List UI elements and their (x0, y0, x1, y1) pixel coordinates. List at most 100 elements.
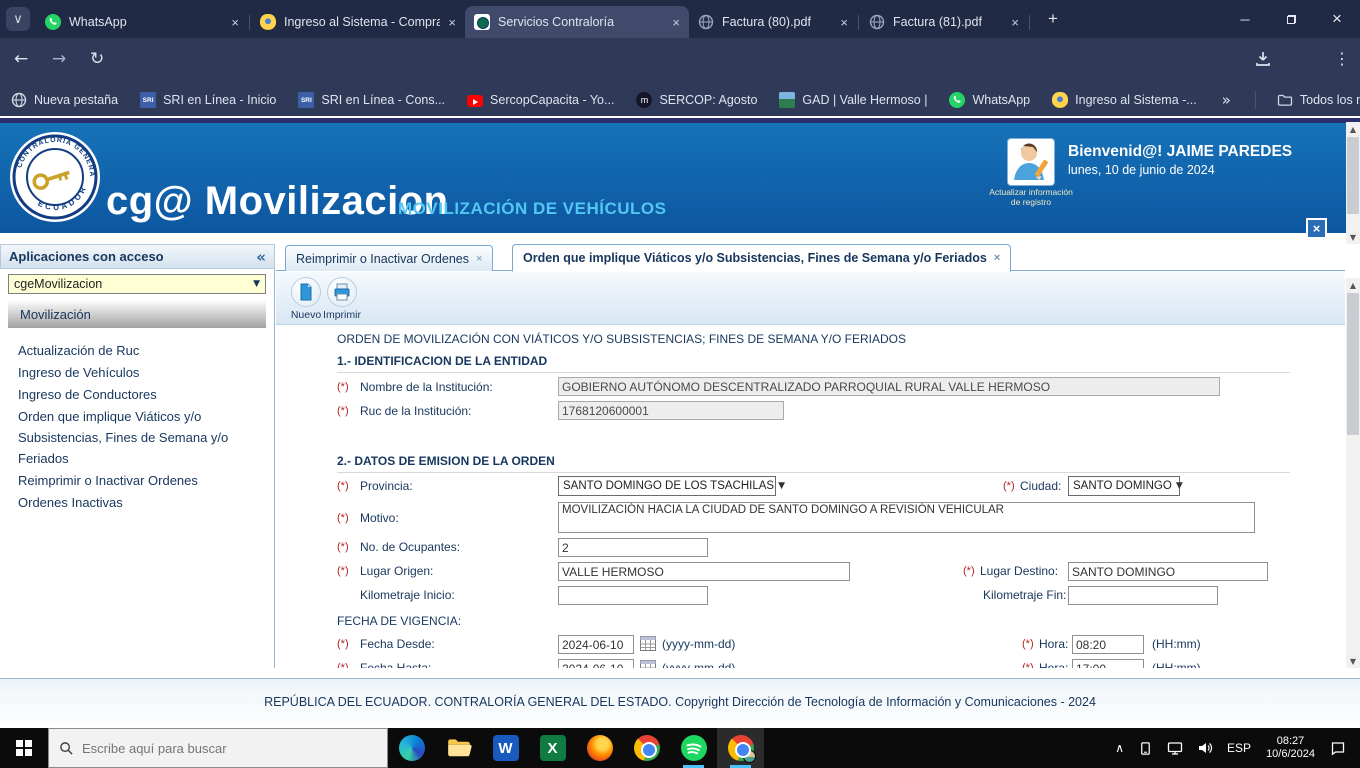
scrollbar-thumb[interactable] (1347, 293, 1359, 435)
fecha-hasta-input[interactable] (558, 659, 634, 668)
browser-tab-ingreso[interactable]: Ingreso al Sistema - Compra × (251, 6, 465, 38)
action-center-icon[interactable] (1323, 740, 1360, 756)
scroll-down-icon[interactable]: ▼ (1346, 230, 1360, 244)
sidebar-item-reimprimir-inactivar[interactable]: Reimprimir o Inactivar Ordenes (18, 470, 264, 491)
page-scrollbar[interactable]: ▲ ▼ (1346, 122, 1360, 244)
hora-hasta-input[interactable] (1072, 659, 1144, 668)
chevron-down-icon: ▼ (253, 279, 260, 289)
reload-button[interactable]: ↻ (90, 49, 104, 69)
provincia-select[interactable]: SANTO DOMINGO DE LOS TSACHILAS ▼ (558, 476, 776, 496)
start-button[interactable] (0, 728, 48, 768)
km-inicio-input[interactable] (558, 586, 708, 605)
tab-close-icon[interactable]: × (448, 15, 456, 30)
taskbar-app-chrome-profile[interactable] (717, 728, 764, 768)
sidebar-collapse-icon[interactable]: « (256, 248, 266, 266)
bookmark-sri-consultas[interactable]: SRI SRI en Línea - Cons... (287, 92, 456, 108)
scrollbar-thumb[interactable] (1347, 137, 1359, 214)
sidebar-item-orden-viaticos[interactable]: Orden que implique Viáticos y/o Subsiste… (18, 406, 264, 469)
tab-close-icon[interactable]: × (231, 15, 239, 30)
all-bookmarks-button[interactable]: Todos los marcadores (1266, 92, 1360, 108)
km-fin-input[interactable] (1068, 586, 1218, 605)
tab-close-icon[interactable]: × (672, 15, 680, 30)
browser-tab-factura-81[interactable]: Factura (81).pdf × (860, 6, 1028, 38)
new-button[interactable]: Nuevo (286, 277, 326, 321)
taskbar-app-word[interactable]: W (482, 728, 529, 768)
taskbar-app-firefox[interactable] (576, 728, 623, 768)
bookmark-sri-inicio[interactable]: SRI SRI en Línea - Inicio (129, 92, 287, 108)
tab-close-icon[interactable]: × (1011, 15, 1019, 30)
new-tab-button[interactable]: + (1039, 5, 1067, 33)
bookmark-ingreso-sistema[interactable]: Ingreso al Sistema -... (1041, 92, 1208, 108)
back-button[interactable]: ← (14, 49, 28, 69)
window-close-button[interactable]: × (1314, 0, 1360, 38)
bookmark-gad-valle-hermoso[interactable]: GAD | Valle Hermoso | (768, 92, 938, 108)
window-minimize-button[interactable]: ─ (1222, 0, 1268, 38)
browser-menu-icon[interactable]: ⋮ (1334, 49, 1350, 68)
sidebar-item-ordenes-inactivas[interactable]: Ordenes Inactivas (18, 492, 264, 513)
taskbar-app-explorer[interactable] (435, 728, 482, 768)
tab-search-button[interactable]: ∨ (6, 7, 30, 31)
section-divider (337, 372, 1290, 373)
taskbar-app-excel[interactable]: X (529, 728, 576, 768)
ciudad-select[interactable]: SANTO DOMINGO ▼ (1068, 476, 1180, 496)
window-restore-button[interactable] (1268, 0, 1314, 38)
sidebar-item-actualizacion-ruc[interactable]: Actualización de Ruc (18, 340, 264, 361)
lugar-origen-input[interactable] (558, 562, 850, 581)
required-marker: (*) (337, 662, 349, 668)
language-indicator[interactable]: ESP (1220, 741, 1258, 755)
calendar-icon[interactable] (640, 660, 656, 668)
bookmarks-overflow-icon[interactable]: » (1208, 91, 1245, 109)
bookmark-sercop-agosto[interactable]: m SERCOP: Agosto (625, 92, 768, 108)
nombre-institucion-input[interactable] (558, 377, 1220, 396)
taskbar-app-edge[interactable] (388, 728, 435, 768)
taskbar-app-chrome[interactable] (623, 728, 670, 768)
doc-tab-close-icon[interactable]: × (994, 252, 1000, 264)
system-tray: ∧ ESP 08:27 10/6/2024 (1108, 735, 1360, 761)
update-registration-avatar[interactable] (1008, 139, 1054, 185)
scroll-up-icon[interactable]: ▲ (1346, 122, 1360, 136)
tablet-mode-icon[interactable] (1131, 741, 1160, 756)
forward-button[interactable]: → (52, 49, 66, 69)
scroll-up-icon[interactable]: ▲ (1346, 278, 1360, 292)
application-select[interactable]: cgeMovilizacion ▼ (8, 274, 266, 294)
sidebar-item-ingreso-conductores[interactable]: Ingreso de Conductores (18, 384, 264, 405)
bookmark-whatsapp[interactable]: WhatsApp (938, 92, 1041, 108)
taskbar-search-input[interactable] (82, 741, 362, 756)
content-scrollbar[interactable]: ▲ ▼ (1346, 278, 1360, 668)
browser-tab-servicios-contraloria[interactable]: Servicios Contraloría × (465, 6, 689, 38)
bookmark-label: Nueva pestaña (34, 93, 118, 107)
motivo-textarea[interactable]: MOVILIZACIÓN HACIA LA CIUDAD DE SANTO DO… (558, 502, 1255, 533)
calendar-icon[interactable] (640, 636, 656, 651)
doc-tab-close-icon[interactable]: × (476, 253, 482, 265)
print-button-label: Imprimir (322, 309, 362, 321)
bookmark-sercopcapacita[interactable]: SercopCapacita - Yo... (456, 93, 625, 107)
scroll-down-icon[interactable]: ▼ (1346, 654, 1360, 668)
sidebar-group-movilizacion[interactable]: Movilización (8, 300, 266, 328)
taskbar-search[interactable] (48, 728, 388, 768)
printer-icon (327, 277, 357, 307)
network-icon[interactable] (1160, 740, 1190, 756)
volume-icon[interactable] (1190, 740, 1220, 756)
app-close-button[interactable]: × (1306, 218, 1327, 239)
tray-expand-icon[interactable]: ∧ (1108, 741, 1131, 755)
avatar-caption[interactable]: Actualizar información de registro (986, 187, 1076, 207)
fecha-desde-input[interactable] (558, 635, 634, 654)
tab-separator (249, 15, 250, 30)
taskbar-app-spotify[interactable] (670, 728, 717, 768)
doc-tab-reimprimir[interactable]: Reimprimir o Inactivar Ordenes × (285, 245, 493, 271)
ruc-institucion-input[interactable] (558, 401, 784, 420)
print-button[interactable]: Imprimir (322, 277, 362, 321)
browser-tab-whatsapp[interactable]: WhatsApp × (36, 6, 248, 38)
taskbar-clock[interactable]: 08:27 10/6/2024 (1258, 735, 1323, 761)
downloads-icon[interactable] (1254, 50, 1272, 73)
sidebar-item-ingreso-vehiculos[interactable]: Ingreso de Vehículos (18, 362, 264, 383)
tab-close-icon[interactable]: × (840, 15, 848, 30)
lugar-destino-input[interactable] (1068, 562, 1268, 581)
browser-tab-factura-80[interactable]: Factura (80).pdf × (689, 6, 857, 38)
doc-tab-orden-viaticos[interactable]: Orden que implique Viáticos y/o Subsiste… (512, 244, 1011, 272)
ocupantes-input[interactable] (558, 538, 708, 557)
hora-desde-input[interactable] (1072, 635, 1144, 654)
header-date: lunes, 10 de junio de 2024 (1068, 163, 1215, 177)
bookmark-nueva-pestana[interactable]: Nueva pestaña (0, 92, 129, 108)
provincia-label: Provincia: (360, 479, 413, 493)
